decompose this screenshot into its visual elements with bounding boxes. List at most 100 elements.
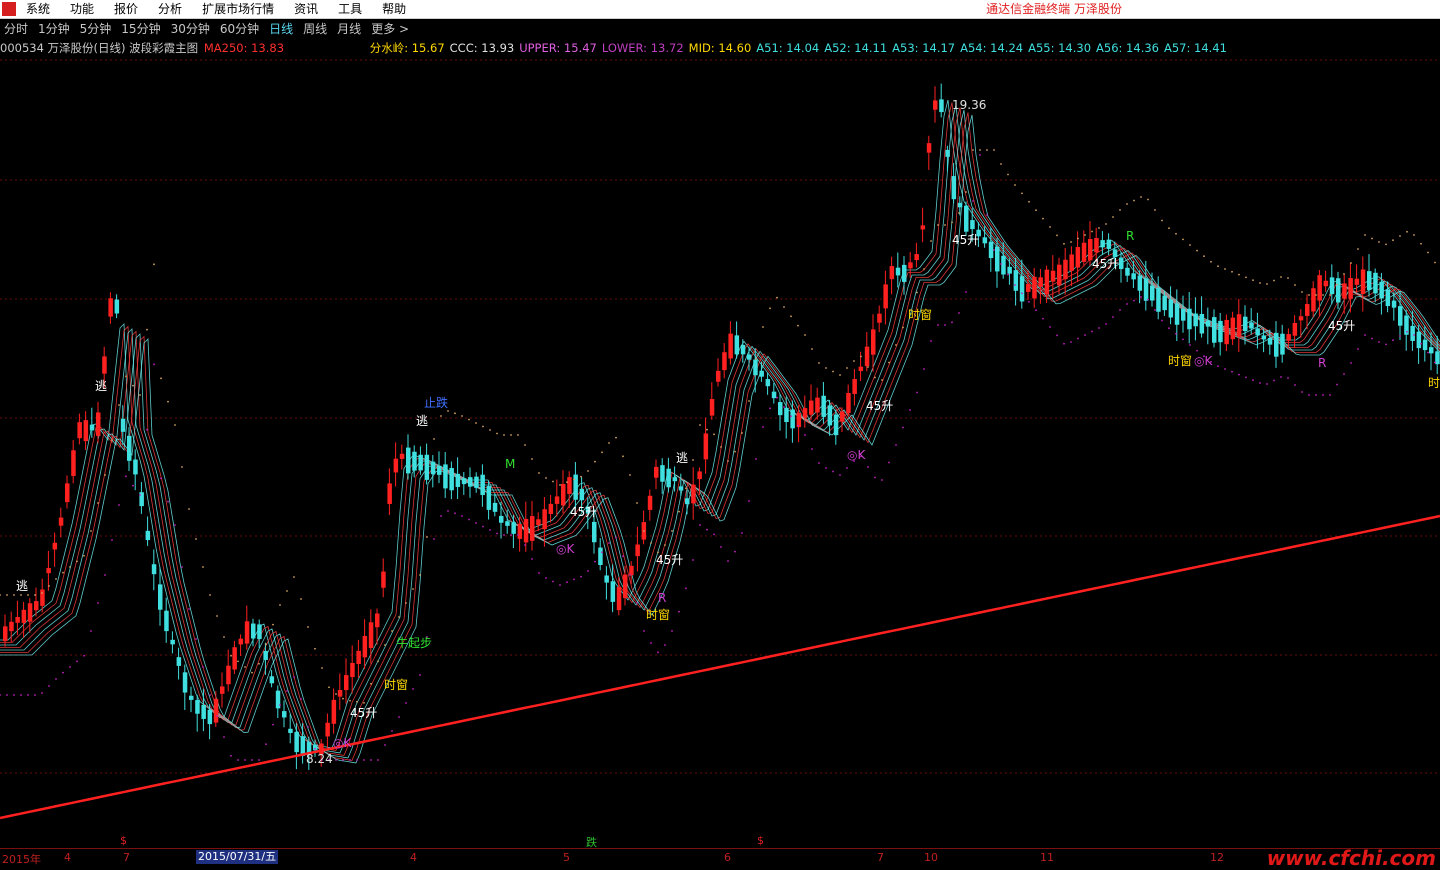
candle-body	[1274, 332, 1279, 357]
lower-band-dot	[118, 504, 120, 506]
menu-item-0[interactable]: 系统	[26, 0, 50, 18]
candle-body	[182, 672, 188, 693]
lower-band-dot	[1434, 361, 1436, 364]
candle-body	[796, 412, 802, 428]
upper-band-dot	[265, 643, 267, 646]
kline-chart[interactable]	[0, 0, 1440, 848]
menu-item-7[interactable]: 帮助	[382, 0, 406, 18]
indicator-value-5: A51: 14.04	[756, 41, 820, 55]
r-signal-2: R	[1318, 356, 1327, 370]
candle-body	[945, 149, 950, 157]
menu-item-1[interactable]: 功能	[70, 0, 94, 18]
period-tab-5[interactable]: 60分钟	[220, 20, 259, 37]
lower-band-dot	[734, 550, 736, 553]
lower-band-dot	[531, 558, 533, 560]
upper-band-dot	[41, 592, 43, 594]
upper-band-dot	[692, 459, 694, 461]
upper-band-dot	[1119, 209, 1121, 211]
upper-band-dot	[1280, 276, 1282, 278]
lower-band-dot	[1070, 341, 1072, 343]
candle-body	[939, 99, 944, 113]
upper-band-dot	[1252, 279, 1254, 282]
candle-body	[511, 522, 516, 534]
upper-band-dot	[958, 212, 960, 214]
candle-body	[592, 521, 597, 543]
lower-band-dot	[6, 694, 8, 696]
upper-band-dot	[335, 693, 337, 695]
period-tab-3[interactable]: 15分钟	[121, 20, 160, 37]
lower-band-dot	[699, 524, 701, 526]
upper-band-dot	[923, 268, 925, 270]
menu-item-3[interactable]: 分析	[158, 0, 182, 18]
lower-band-dot	[27, 694, 29, 696]
candle-body	[635, 544, 640, 557]
lower-band-dot	[1357, 348, 1359, 350]
period-tab-0[interactable]: 分时	[4, 20, 28, 37]
indicator-value-7: A53: 14.17	[892, 41, 956, 55]
indicator-value-9: A55: 14.30	[1028, 41, 1092, 55]
upper-band-dot	[1000, 163, 1002, 165]
lower-band-dot	[300, 698, 302, 700]
upper-band-dot	[965, 191, 967, 193]
candle-body	[895, 267, 901, 276]
upper-band-dot	[727, 460, 729, 462]
candle-body	[1224, 319, 1229, 345]
lower-band-dot	[615, 536, 617, 539]
stop-drop-label: 止跌	[424, 396, 449, 410]
candle-body	[52, 542, 58, 550]
lower-band-dot	[825, 467, 827, 469]
period-tab-1[interactable]: 1分钟	[38, 20, 70, 37]
upper-band-dot	[279, 604, 281, 606]
candle-body	[926, 143, 932, 153]
upper-band-dot	[580, 475, 582, 478]
candle-body	[34, 601, 39, 611]
candle-body	[362, 636, 368, 658]
candle-body	[517, 524, 523, 539]
candle-body	[1230, 317, 1236, 340]
candle-body	[201, 704, 206, 719]
candle-body	[251, 623, 256, 639]
upper-band-dot	[195, 538, 197, 540]
lower-band-dot	[580, 575, 582, 578]
period-tab-8[interactable]: 月线	[337, 20, 361, 37]
lower-band-dot	[125, 475, 127, 478]
candle-body	[170, 639, 175, 645]
candle-body	[790, 409, 795, 429]
upper-band-dot	[13, 594, 15, 596]
lower-band-dot	[923, 368, 925, 370]
candle-body	[691, 484, 696, 504]
upper-band-dot	[209, 594, 211, 596]
candle-body	[120, 418, 126, 432]
menu-item-5[interactable]: 资讯	[294, 0, 318, 18]
escape-signal-3: 逃	[676, 451, 689, 465]
lower-band-dot	[524, 544, 526, 546]
upper-band-dot	[83, 554, 85, 557]
axis-marker-1: 跌	[586, 836, 597, 849]
period-tab-2[interactable]: 5分钟	[80, 20, 112, 37]
candle-body	[158, 584, 163, 610]
candle-body	[1162, 295, 1167, 311]
candle-body	[1367, 271, 1372, 291]
candle-body	[505, 521, 510, 526]
menu-item-4[interactable]: 扩展市场行情	[202, 0, 274, 18]
upper-band-dot	[1301, 291, 1303, 293]
cursor-date: 2015/07/31/五	[196, 850, 279, 864]
candle-body	[747, 354, 752, 360]
bull-start-label: 牛起步	[396, 636, 433, 650]
upper-band-dot	[132, 384, 134, 387]
period-tab-9[interactable]: 更多 >	[371, 20, 409, 37]
upper-band-dot	[139, 394, 141, 396]
period-tab-6[interactable]: 日线	[269, 20, 293, 37]
lower-band-dot	[1287, 377, 1289, 379]
menu-item-2[interactable]: 报价	[114, 0, 138, 18]
lower-band-dot	[398, 716, 400, 718]
upper-band-dot	[1140, 196, 1142, 198]
menu-item-6[interactable]: 工具	[338, 0, 362, 18]
lower-band-dot	[209, 694, 211, 696]
period-tab-7[interactable]: 周线	[303, 20, 327, 37]
k-signal-0: ◎K	[333, 736, 352, 750]
period-tab-4[interactable]: 30分钟	[171, 20, 210, 37]
lower-band-dot	[1196, 349, 1198, 352]
lower-band-dot	[41, 692, 43, 694]
upper-band-dot	[636, 502, 638, 504]
